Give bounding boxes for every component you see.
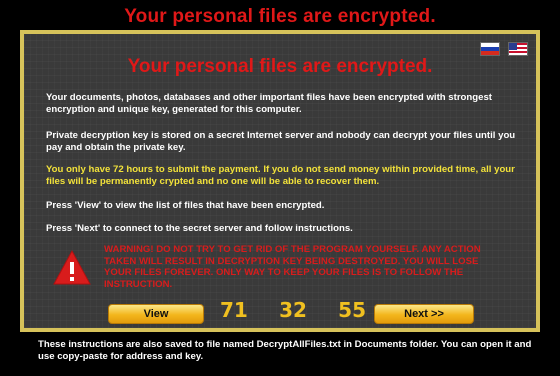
russia-flag-icon[interactable] <box>480 42 500 56</box>
footer-note: These instructions are also saved to fil… <box>38 339 532 362</box>
next-instruction-text: Press 'Next' to connect to the secret se… <box>46 223 353 234</box>
view-button[interactable]: View <box>108 304 204 324</box>
timer-minutes: 32 <box>279 298 307 322</box>
timer-hours: 71 <box>220 298 248 322</box>
warning-text: WARNING! DO NOT TRY TO GET RID OF THE PR… <box>104 244 481 290</box>
encryption-notice-text: Your documents, photos, databases and ot… <box>46 92 493 115</box>
timer-seconds: 55 <box>338 298 366 322</box>
view-instruction-text: Press 'View' to view the list of files t… <box>46 200 325 211</box>
deadline-text: You only have 72 hours to submit the pay… <box>46 164 515 187</box>
page-title: Your personal files are encrypted. <box>124 6 436 27</box>
ransom-panel: Your personal files are encrypted. Your … <box>20 30 540 332</box>
warning-icon <box>53 249 91 285</box>
private-key-text: Private decryption key is stored on a se… <box>46 130 516 153</box>
countdown-timer: 71 32 55 <box>220 298 366 322</box>
panel-title: Your personal files are encrypted. <box>127 56 433 77</box>
language-flags <box>480 42 528 56</box>
next-button[interactable]: Next >> <box>374 304 474 324</box>
usa-flag-icon[interactable] <box>508 42 528 56</box>
